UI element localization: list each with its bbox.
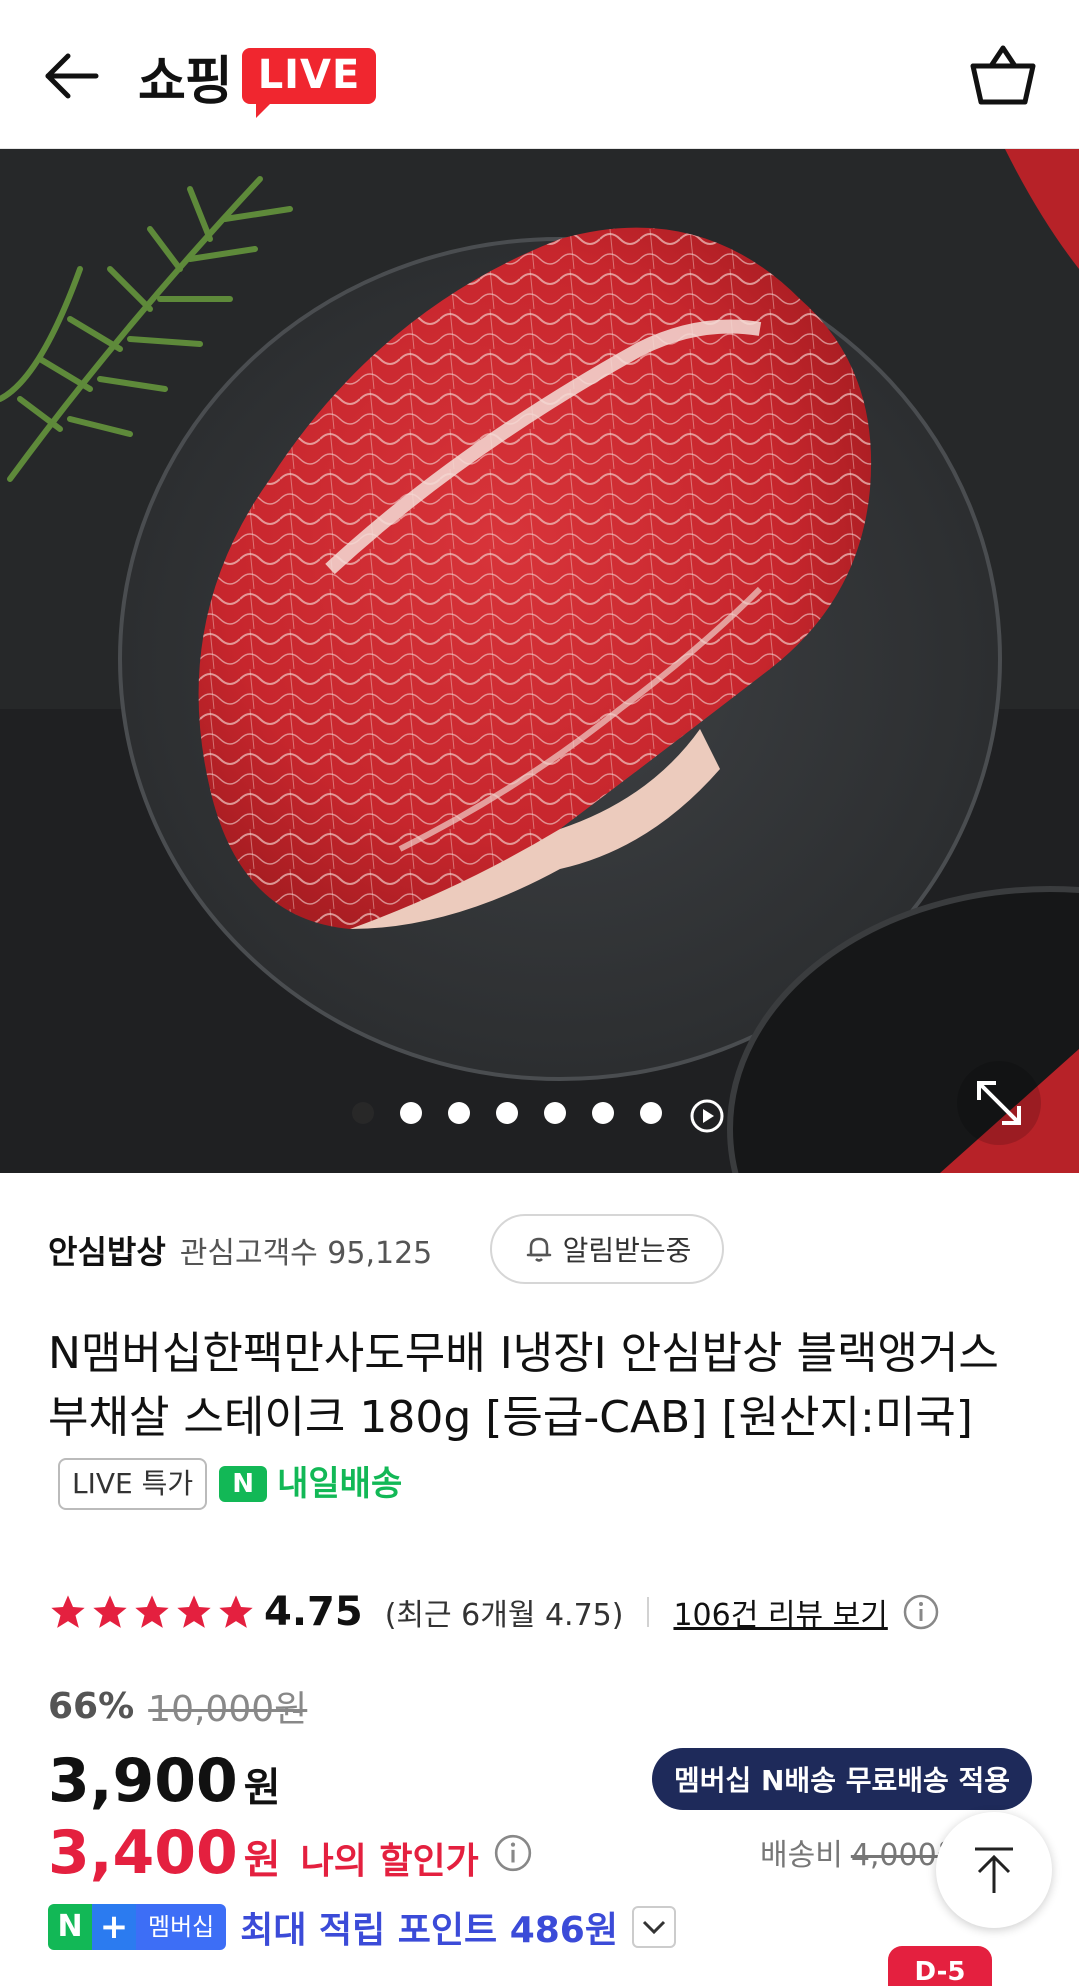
carousel-play-button[interactable]: [690, 1099, 724, 1133]
scroll-top-button[interactable]: [936, 1812, 1052, 1928]
product-image[interactable]: [0, 149, 1079, 1173]
my-discount-price: 3,400: [48, 1818, 238, 1888]
carousel-dot[interactable]: [640, 1102, 662, 1124]
delivery-label: 내일배송: [277, 1464, 403, 1504]
star-icon: [93, 1595, 127, 1628]
rating-score: 4.75: [264, 1589, 363, 1635]
shopping-basket-icon: [970, 45, 1036, 105]
star-icon: [135, 1595, 169, 1628]
original-price: 10,000원: [148, 1689, 308, 1730]
cart-button[interactable]: [967, 40, 1039, 112]
product-title: N맴버십한팩만사도무배 I냉장I 안심밥상 블랙앵거스 부채살 스테이크 180…: [48, 1322, 1038, 1516]
info-icon[interactable]: [902, 1593, 940, 1631]
divider: [647, 1597, 650, 1627]
star-icon: [219, 1595, 253, 1628]
carousel-dot[interactable]: [352, 1102, 374, 1124]
carousel-indicator: [0, 1099, 1079, 1133]
membership-label: 멤버십: [136, 1904, 227, 1950]
plus-icon: +: [92, 1904, 136, 1950]
carousel-dot[interactable]: [400, 1102, 422, 1124]
shopping-live-logo[interactable]: 쇼핑 LIVE: [138, 36, 377, 118]
max-points-text: 최대 적립 포인트 486원: [240, 1910, 618, 1951]
carousel-dot[interactable]: [544, 1102, 566, 1124]
back-button[interactable]: [40, 44, 104, 108]
live-special-tag: LIVE 특가: [58, 1458, 208, 1510]
store-info: 안심밥상 관심고객수 95,125: [48, 1214, 432, 1286]
points-row: N + 멤버십 최대 적립 포인트 486원: [48, 1902, 676, 1952]
my-price-row: 3,400 원 나의 할인가: [48, 1818, 533, 1888]
membership-free-shipping-badge: 멤버십 N배송 무료배송 적용: [652, 1748, 1032, 1810]
currency-unit: 원: [243, 1765, 281, 1811]
logo-text: 쇼핑: [138, 51, 233, 112]
play-circle-icon: [690, 1099, 724, 1133]
sale-price-row: 3,900 원: [48, 1746, 281, 1816]
arrow-left-icon: [45, 53, 99, 99]
star-icon: [177, 1595, 211, 1628]
sale-price: 3,900: [48, 1746, 238, 1816]
info-icon[interactable]: [493, 1833, 533, 1873]
currency-unit: 원: [243, 1837, 281, 1883]
alarm-button[interactable]: 알림받는중: [490, 1214, 724, 1284]
rating-row: 4.75 (최근 6개월 4.75) 106건 리뷰 보기: [48, 1584, 940, 1640]
carousel-dot[interactable]: [592, 1102, 614, 1124]
arrow-up-icon: [975, 1847, 1013, 1893]
naver-n-delivery-icon: N: [219, 1466, 268, 1502]
star-icon: [51, 1595, 85, 1628]
naver-n-icon: N: [48, 1904, 92, 1950]
product-title-text: N맴버십한팩만사도무배 I냉장I 안심밥상 블랙앵거스 부채살 스테이크 180…: [48, 1328, 999, 1443]
my-price-label: 나의 할인가: [300, 1841, 479, 1882]
chevron-down-icon: [642, 1920, 666, 1935]
carousel-dot[interactable]: [448, 1102, 470, 1124]
original-price-row: 66% 10,000원: [48, 1680, 307, 1732]
recent-rating: (최근 6개월 4.75): [384, 1598, 624, 1633]
carousel-dot[interactable]: [496, 1102, 518, 1124]
floating-badge[interactable]: D-5: [888, 1946, 992, 1986]
store-name[interactable]: 안심밥상: [48, 1227, 166, 1273]
app-header: 쇼핑 LIVE: [0, 0, 1079, 149]
follower-count: 관심고객수 95,125: [179, 1236, 433, 1271]
alarm-label: 알림받는중: [562, 1234, 692, 1267]
shipping-fee-label: 배송비: [760, 1838, 843, 1873]
steak-photo: [0, 149, 1079, 1173]
star-rating: [48, 1592, 258, 1632]
points-expand-button[interactable]: [631, 1906, 676, 1948]
review-link[interactable]: 106건 리뷰 보기: [673, 1590, 887, 1634]
live-badge: LIVE: [241, 48, 377, 118]
naver-plus-membership-badge: N + 멤버십: [48, 1904, 227, 1950]
shipping-fee: 배송비 4,000원: [760, 1830, 964, 1874]
bell-icon: [526, 1237, 551, 1262]
tomorrow-delivery-tag: N 내일배송: [219, 1452, 402, 1516]
discount-rate: 66%: [48, 1685, 135, 1727]
